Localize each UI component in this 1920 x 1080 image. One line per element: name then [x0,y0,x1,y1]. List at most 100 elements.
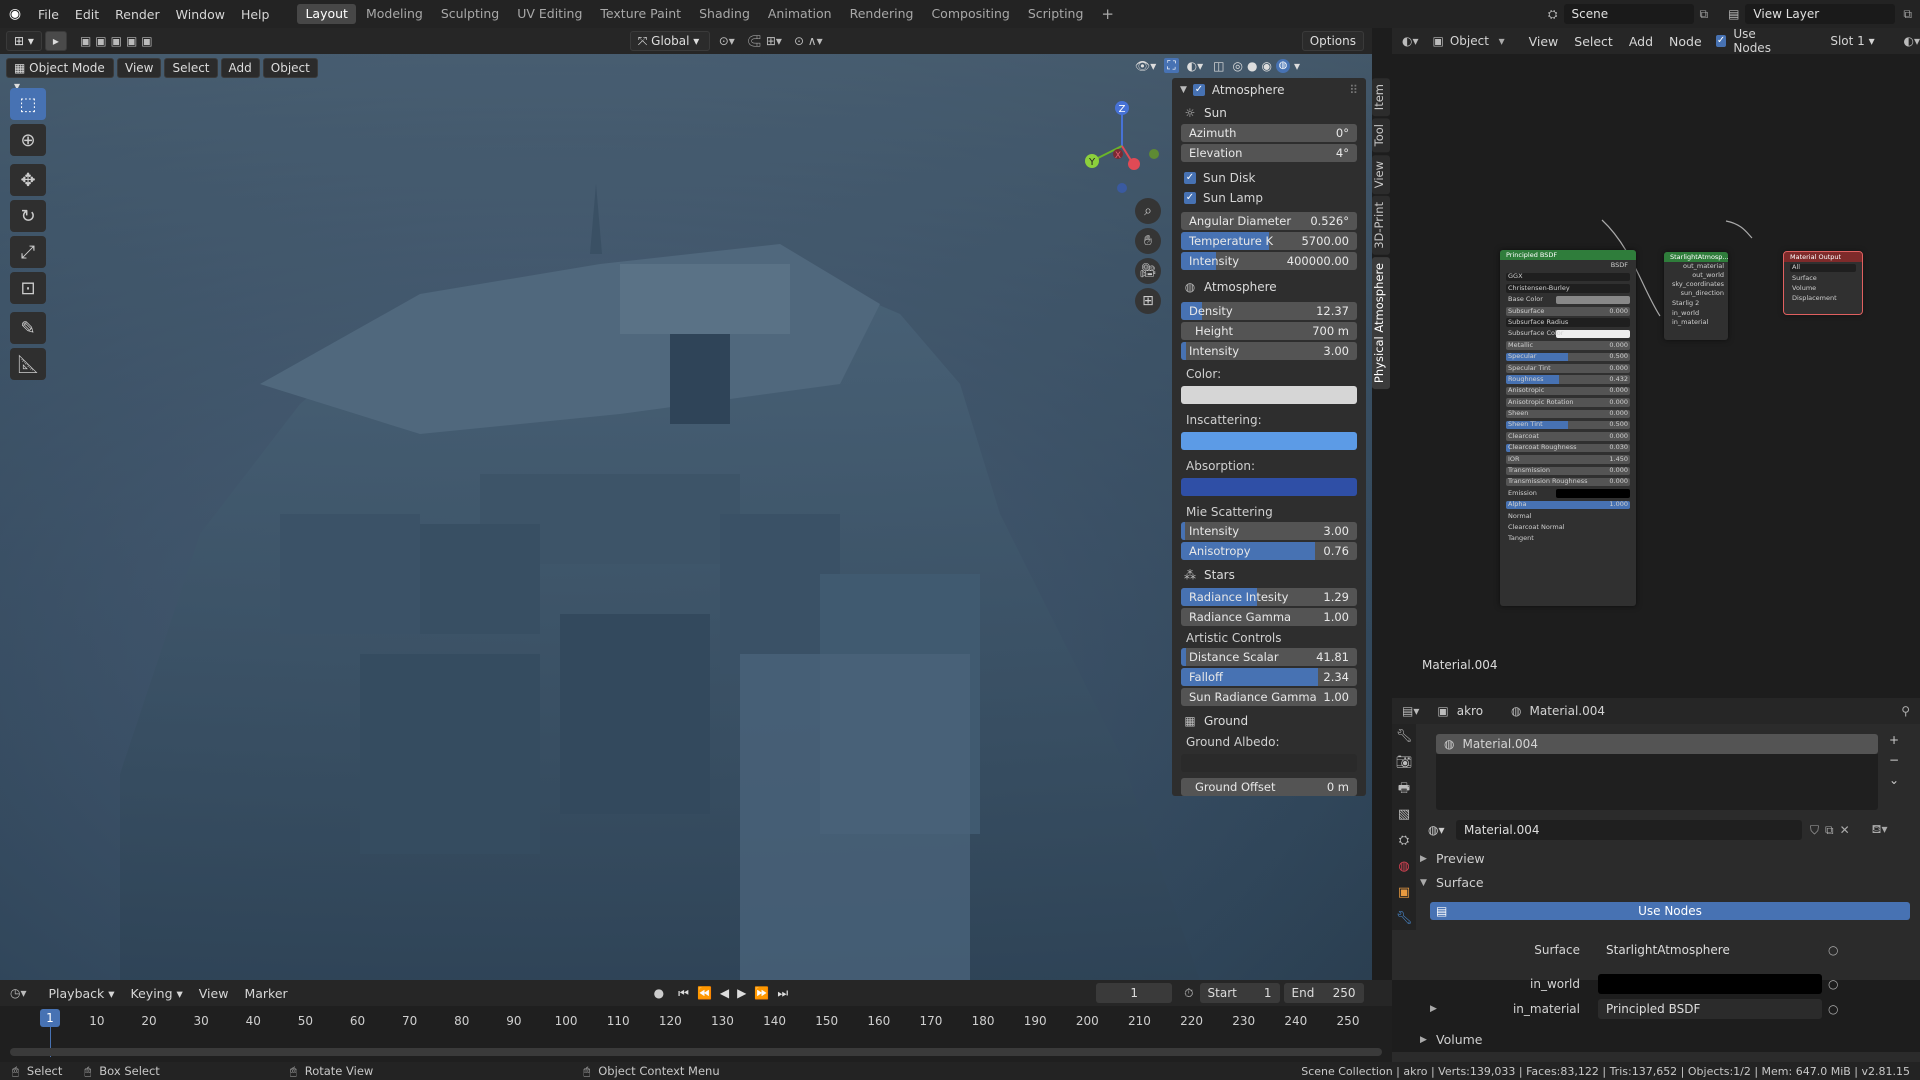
timeline-menu-marker[interactable]: Marker [236,986,295,1001]
camera-view-icon[interactable]: 🎥︎ [1135,258,1161,284]
wireframe-shading-icon[interactable]: ◎ [1233,59,1243,73]
distance-scalar-slider[interactable]: Distance Scalar 41.81 [1181,648,1357,666]
render-tab-icon[interactable]: 📷︎ [1392,750,1416,776]
start-frame-field[interactable]: Start 1 [1199,983,1280,1003]
bsdf-input-row[interactable]: Tangent [1500,533,1636,544]
scale-tool-icon[interactable]: ⤢ [10,236,46,268]
surface-socket-value[interactable]: StarlightAtmosphere [1598,940,1822,960]
gizmo-toggle-icon[interactable]: ⛶ [1164,58,1179,73]
bsdf-input-row[interactable]: Specular Tint 0.000 [1500,363,1636,374]
bsdf-input-row[interactable]: Normal [1500,511,1636,522]
starlight-atmosphere-node[interactable]: StarlightAtmosp... out_material out_worl… [1664,252,1729,340]
output-tab-icon[interactable]: 🖶︎ [1392,776,1416,802]
tab-rendering[interactable]: Rendering [842,4,922,24]
in-material-socket-icon[interactable]: ○ [1828,1002,1838,1016]
bsdf-input-row[interactable]: Metallic 0.000 [1500,340,1636,351]
in-world-socket-icon[interactable]: ○ [1828,977,1838,991]
new-view-layer-icon[interactable]: ⧉ [1903,7,1912,22]
sun-intensity-slider[interactable]: Intensity 400000.00 [1181,252,1357,270]
duplicate-material-icon[interactable]: ⧉ [1825,823,1834,838]
azimuth-field[interactable]: Azimuth 0° [1181,124,1357,142]
falloff-slider[interactable]: Falloff 2.34 [1181,668,1357,686]
tab-uv-editing[interactable]: UV Editing [509,4,590,24]
next-keyframe-icon[interactable]: ⏩ [754,986,777,1000]
bsdf-input-row[interactable]: Base Color [1500,294,1636,305]
xray-icon[interactable]: ◫ [1213,59,1224,73]
bsdf-input-row[interactable]: Specular 0.500 [1500,351,1636,362]
menu-help[interactable]: Help [233,7,278,22]
bsdf-input-row[interactable]: Subsurface 0.000 [1500,306,1636,317]
unlink-material-icon[interactable]: ✕ [1840,823,1850,837]
surface-panel-header[interactable]: ▼ Surface [1406,871,1886,895]
remove-slot-icon[interactable]: − [1884,750,1904,770]
prev-keyframe-icon[interactable]: ⏪ [697,986,720,1000]
visibility-icon[interactable]: 👁︎▾ [1135,59,1156,73]
viewport-menu-object[interactable]: Object [262,58,318,78]
bsdf-input-row[interactable]: Clearcoat 0.000 [1500,431,1636,442]
proportional-edit-icon[interactable]: ⊙ ∧▾ [794,34,823,48]
timeline-menu-playback[interactable]: Playback ▾ [41,986,123,1001]
principled-bsdf-node[interactable]: Principled BSDF BSDF GGX Christensen-Bur… [1500,250,1636,606]
timeline-scrollbar[interactable] [10,1048,1382,1056]
tab-scripting[interactable]: Scripting [1020,4,1092,24]
slot-specials-icon[interactable]: ⌄ [1884,770,1904,790]
menu-file[interactable]: File [30,7,67,22]
object-mode-dropdown[interactable]: ▦ Object Mode ▾ [6,58,114,93]
color-swatch[interactable] [1181,386,1357,404]
bsdf-input-row[interactable]: Subsurface Radius [1500,317,1636,328]
pin-icon[interactable]: ⚲ [1901,704,1910,718]
material-shading-icon[interactable]: ◉ [1261,59,1271,73]
tab-sculpting[interactable]: Sculpting [433,4,507,24]
bsdf-distribution-dropdown[interactable]: GGX [1500,271,1636,282]
collapse-arrow-icon[interactable]: ▼ [1180,85,1187,95]
rotate-tool-icon[interactable]: ↻ [10,200,46,232]
add-slot-icon[interactable]: + [1884,730,1904,750]
pan-hand-icon[interactable]: ✋︎ [1135,228,1161,254]
bsdf-input-row[interactable]: IOR 1.450 [1500,454,1636,465]
material-browse-icon[interactable]: ◍▾ [1428,823,1456,837]
tab-view[interactable]: View [1372,154,1390,194]
annotate-tool-icon[interactable]: ✎ [10,312,46,344]
solid-shading-icon[interactable]: ● [1247,59,1257,73]
properties-editor-type-icon[interactable]: ▤▾ [1402,704,1419,718]
height-field[interactable]: Height 700 m [1181,322,1357,340]
fake-user-icon[interactable]: ⛉ [1810,823,1819,838]
tab-tool[interactable]: Tool [1372,118,1390,153]
timeline-menu-keying[interactable]: Keying ▾ [123,986,191,1001]
jump-end-icon[interactable]: ⏭ [777,986,796,1000]
bsdf-input-row[interactable]: Transmission Roughness 0.000 [1500,476,1636,487]
snap-icon[interactable]: 🧲︎ ⊞▾ [747,34,782,48]
material-name-field[interactable]: Material.004 [1456,820,1802,840]
in-material-value[interactable]: Principled BSDF [1598,999,1822,1019]
material-slot-item[interactable]: ◍ Material.004 [1436,734,1878,754]
scene-field[interactable]: Scene [1563,4,1694,24]
sun-lamp-checkbox[interactable]: ✓ Sun Lamp [1172,188,1366,208]
tab-texture-paint[interactable]: Texture Paint [592,4,689,24]
current-frame-field[interactable]: 1 [1096,983,1173,1003]
tab-modeling[interactable]: Modeling [358,4,431,24]
scene-icon[interactable]: ⛭ [1548,7,1558,22]
tab-layout[interactable]: Layout [297,4,356,24]
3d-viewport[interactable]: ⊞ ▾ ▸ ▣▣▣▣▣ ⤧ Global ▾ ⊙▾ 🧲︎ ⊞▾ ⊙ ∧▾ Opt… [0,28,1372,980]
play-reverse-icon[interactable]: ◀ [720,986,737,1000]
select-tool-icon[interactable]: ▸ [44,31,67,51]
perspective-grid-icon[interactable]: ⊞ [1135,288,1161,314]
move-tool-icon[interactable]: ✥ [10,164,46,196]
use-nodes-button[interactable]: ▤ Use Nodes [1430,902,1910,920]
end-frame-field[interactable]: End 250 [1283,983,1364,1003]
transform-orientation-dropdown[interactable]: ⤧ Global ▾ [629,31,710,51]
atmo-intensity-slider[interactable]: Intensity 3.00 [1181,342,1357,360]
bsdf-input-row[interactable]: Alpha 1.000 [1500,499,1636,510]
surface-socket-icon[interactable]: ○ [1828,943,1838,957]
temperature-slider[interactable]: Temperature K 5700.00 [1181,232,1357,250]
viewport-menu-view[interactable]: View [117,58,162,78]
viewport-menu-select[interactable]: Select [164,58,218,78]
tab-item[interactable]: Item [1372,78,1390,117]
bsdf-input-row[interactable]: Clearcoat Normal [1500,522,1636,533]
menu-edit[interactable]: Edit [67,7,107,22]
tab-physical-atmosphere[interactable]: Physical Atmosphere [1372,256,1390,389]
bsdf-node-title[interactable]: Principled BSDF [1500,250,1636,260]
bsdf-input-row[interactable]: Transmission 0.000 [1500,465,1636,476]
mie-intensity-slider[interactable]: Intensity 3.00 [1181,522,1357,540]
frame-ruler[interactable]: 10 20 30 40 50 60 70 80 90 100 110 120 130 140 150 160 1… [0,1010,1392,1030]
